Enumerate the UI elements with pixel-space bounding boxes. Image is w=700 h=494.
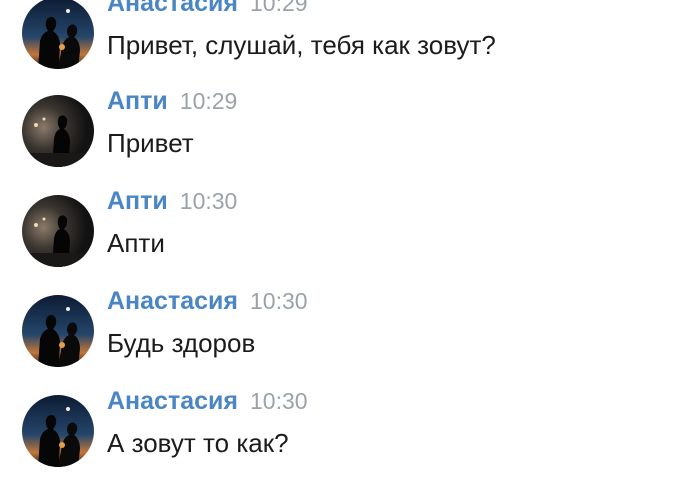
couple-avatar-icon[interactable] xyxy=(22,395,94,467)
message-list: Анастасия 10:29 Привет, слушай, тебя как … xyxy=(0,0,700,494)
sender-name[interactable]: Анастасия xyxy=(107,0,238,17)
message-text: А зовут то как? xyxy=(107,428,289,458)
couple-avatar-image xyxy=(22,395,94,467)
message-text: Привет xyxy=(107,128,194,158)
message-item[interactable]: Апти 10:29 Привет xyxy=(0,87,700,185)
couple-avatar-icon[interactable] xyxy=(22,0,94,69)
message-timestamp: 10:30 xyxy=(249,388,308,414)
man-night-avatar-icon[interactable] xyxy=(22,95,94,167)
couple-avatar-image xyxy=(22,0,94,69)
message-header: Анастасия 10:30 xyxy=(107,287,308,319)
message-item[interactable]: Анастасия 10:30 Будь здоров xyxy=(0,287,700,385)
message-timestamp: 10:29 xyxy=(249,0,308,16)
message-header: Апти 10:29 xyxy=(107,87,237,119)
message-header: Анастасия 10:30 xyxy=(107,387,308,419)
message-text: Апти xyxy=(107,228,165,258)
man-night-avatar-image xyxy=(22,95,94,167)
sender-name[interactable]: Анастасия xyxy=(107,287,238,315)
sender-name[interactable]: Апти xyxy=(107,187,168,215)
couple-avatar-image xyxy=(22,295,94,367)
message-header: Апти 10:30 xyxy=(107,187,237,219)
sender-name[interactable]: Апти xyxy=(107,87,168,115)
sender-name[interactable]: Анастасия xyxy=(107,387,238,415)
man-night-avatar-icon[interactable] xyxy=(22,195,94,267)
message-text: Привет, слушай, тебя как зовут? xyxy=(107,30,496,60)
message-timestamp: 10:30 xyxy=(249,288,308,314)
couple-avatar-icon[interactable] xyxy=(22,295,94,367)
message-item[interactable]: Анастасия 10:29 Привет, слушай, тебя как … xyxy=(0,0,700,87)
message-timestamp: 10:30 xyxy=(179,188,238,214)
message-timestamp: 10:29 xyxy=(179,88,238,114)
message-item[interactable]: Апти 10:30 Апти xyxy=(0,187,700,285)
message-item[interactable]: Анастасия 10:30 А зовут то как? xyxy=(0,387,700,485)
message-header: Анастасия 10:29 xyxy=(107,0,308,21)
message-text: Будь здоров xyxy=(107,328,256,358)
man-night-avatar-image xyxy=(22,195,94,267)
